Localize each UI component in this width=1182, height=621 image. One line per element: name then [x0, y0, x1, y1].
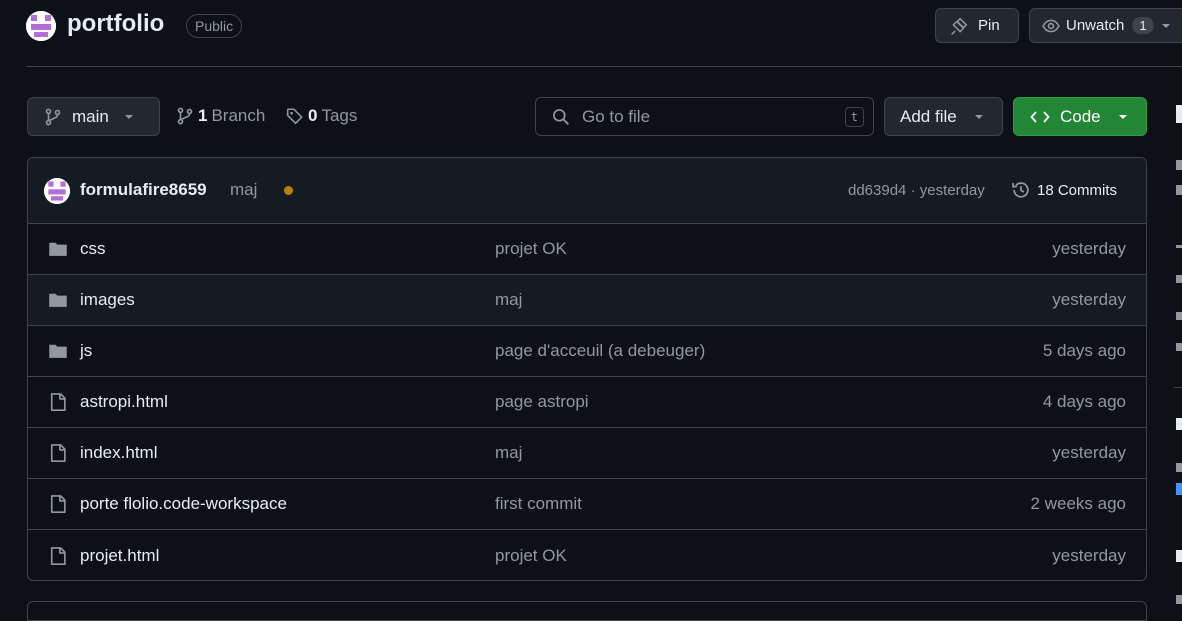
identicon-icon	[44, 178, 70, 204]
caret-down-icon	[124, 114, 133, 119]
file-row[interactable]: index.html maj yesterday	[28, 428, 1146, 479]
add-file-button[interactable]: Add file	[884, 97, 1003, 136]
file-name[interactable]: astropi.html	[80, 392, 168, 412]
commits-link[interactable]: 18 Commits	[1011, 180, 1117, 200]
commit-status-dot[interactable]	[284, 186, 293, 195]
file-icon	[50, 444, 66, 462]
git-branch-icon	[45, 108, 61, 125]
search-icon	[553, 108, 569, 125]
sidebar-edge	[1174, 100, 1182, 611]
file-date: 4 days ago	[1042, 392, 1126, 411]
code-label: Code	[1060, 106, 1101, 126]
folder-icon	[49, 242, 67, 256]
pin-icon	[951, 17, 968, 35]
author-avatar[interactable]	[44, 178, 70, 204]
file-row[interactable]: css projet OK yesterday	[28, 224, 1146, 275]
file-row[interactable]: images maj yesterday	[28, 275, 1146, 326]
folder-icon	[49, 344, 67, 358]
pin-button[interactable]: Pin	[935, 8, 1019, 43]
commit-author[interactable]: formulafire8659	[80, 180, 207, 200]
file-date: 2 weeks ago	[1030, 494, 1126, 513]
shortcut-hint: t	[844, 106, 864, 127]
tag-count: 0	[308, 106, 318, 125]
file-commit-message[interactable]: first commit	[495, 494, 582, 514]
file-commit-message[interactable]: page d'acceuil (a debeuger)	[495, 341, 705, 361]
file-name[interactable]: index.html	[80, 443, 157, 463]
identicon-icon	[26, 11, 56, 41]
caret-down-icon	[1118, 114, 1127, 119]
code-icon	[1030, 110, 1050, 123]
file-commit-message[interactable]: maj	[495, 443, 522, 463]
file-row[interactable]: projet.html projet OK yesterday	[28, 530, 1146, 580]
go-to-file-input[interactable]: Go to file t	[535, 97, 874, 136]
eye-icon	[1042, 19, 1060, 32]
branch-count: 1	[198, 106, 208, 125]
file-commit-message[interactable]: page astropi	[495, 392, 589, 412]
folder-icon	[49, 293, 67, 307]
caret-down-icon	[1161, 23, 1170, 28]
branch-label: Branch	[211, 106, 266, 125]
unwatch-label: Unwatch	[1066, 17, 1125, 34]
file-icon	[50, 495, 66, 513]
watch-counter: 1	[1132, 17, 1154, 34]
commits-count: 18 Commits	[1037, 181, 1118, 199]
unwatch-button[interactable]: Unwatch 1	[1029, 8, 1182, 43]
file-commit-message[interactable]: maj	[495, 290, 522, 310]
branch-name: main	[72, 106, 109, 126]
file-date: yesterday	[1052, 443, 1126, 462]
visibility-badge: Public	[186, 14, 243, 38]
search-placeholder: Go to file	[582, 106, 651, 126]
file-date: yesterday	[1052, 545, 1126, 565]
tag-label: Tags	[321, 106, 358, 125]
file-date: 5 days ago	[1042, 341, 1126, 360]
pin-label: Pin	[978, 17, 1000, 34]
file-date: yesterday	[1052, 239, 1126, 258]
file-row[interactable]: astropi.html page astropi 4 days ago	[28, 377, 1146, 428]
code-button[interactable]: Code	[1013, 97, 1147, 136]
latest-commit-bar: formulafire8659 maj dd639d4 · yesterday …	[28, 158, 1146, 224]
commit-message[interactable]: maj	[230, 180, 257, 200]
file-commit-message[interactable]: projet OK	[495, 239, 567, 259]
owner-avatar[interactable]	[26, 11, 56, 41]
file-row[interactable]: js page d'acceuil (a debeuger) 5 days ag…	[28, 326, 1146, 377]
file-name[interactable]: porte flolio.code-workspace	[80, 494, 287, 514]
file-icon	[50, 393, 66, 411]
file-name[interactable]: images	[80, 290, 135, 310]
file-commit-message[interactable]: projet OK	[495, 546, 567, 566]
readme-panel-edge	[27, 601, 1147, 621]
add-file-label: Add file	[900, 106, 957, 126]
file-name[interactable]: js	[80, 341, 92, 361]
branches-link[interactable]: 1 Branch	[176, 106, 265, 126]
caret-down-icon	[974, 114, 983, 119]
file-table: formulafire8659 maj dd639d4 · yesterday …	[27, 157, 1147, 581]
file-icon	[50, 546, 66, 565]
header-divider	[26, 66, 1182, 67]
branch-selector[interactable]: main	[27, 97, 160, 136]
git-branch-icon	[177, 107, 193, 125]
file-name[interactable]: projet.html	[80, 546, 159, 566]
tag-icon	[286, 108, 303, 125]
file-name[interactable]: css	[80, 239, 106, 259]
history-icon	[1012, 182, 1029, 198]
repo-name[interactable]: portfolio	[67, 10, 164, 38]
tags-link[interactable]: 0 Tags	[286, 106, 357, 126]
file-date: yesterday	[1052, 290, 1126, 309]
commit-hash-time[interactable]: dd639d4 · yesterday	[848, 182, 985, 199]
file-row[interactable]: porte flolio.code-workspace first commit…	[28, 479, 1146, 530]
